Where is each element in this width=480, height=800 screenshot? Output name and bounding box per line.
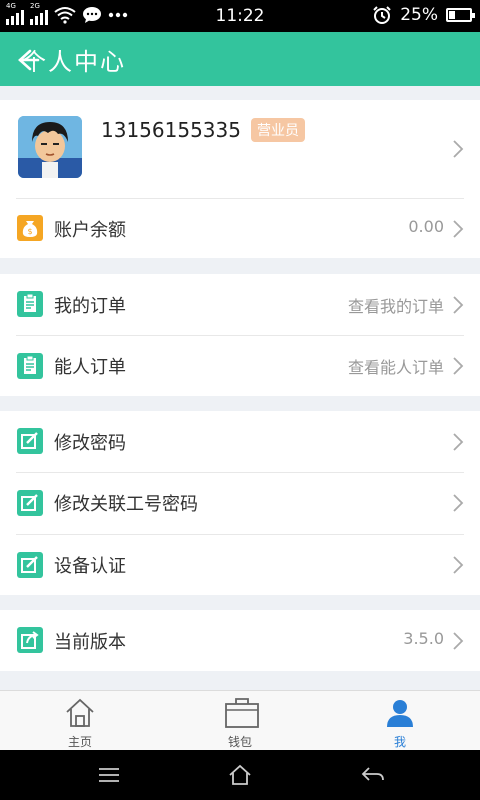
orders-card: 我的订单 查看我的订单 能人订单 查看能人订单 [0, 274, 480, 396]
edit-icon [17, 552, 43, 578]
menu-icon[interactable] [96, 762, 122, 788]
chevron-right-icon [453, 357, 464, 375]
version-value: 3.5.0 [403, 629, 444, 648]
wallet-icon [225, 698, 259, 728]
chevron-right-icon [453, 433, 464, 451]
edit-icon [17, 490, 43, 516]
version-card: 当前版本 3.5.0 [0, 610, 480, 671]
chevron-right-icon [453, 296, 464, 314]
profile-row[interactable]: 13156155335 营业员 [0, 100, 480, 198]
title-bar: 个人中心 [0, 32, 480, 86]
change-password-row[interactable]: 修改密码 [0, 411, 480, 472]
tab-me-label: 我 [393, 735, 406, 749]
edit-icon [17, 428, 43, 454]
device-auth-row[interactable]: 设备认证 [0, 535, 480, 595]
expert-orders-row[interactable]: 能人订单 查看能人订单 [0, 336, 480, 396]
tab-home[interactable]: 主页 [0, 691, 160, 751]
expert-orders-hint: 查看能人订单 [347, 358, 444, 377]
expert-orders-label: 能人订单 [54, 357, 126, 378]
tab-wallet-label: 钱包 [227, 735, 252, 749]
chevron-right-icon [453, 632, 464, 650]
share-icon [17, 627, 43, 653]
tab-me[interactable]: 我 [320, 691, 480, 751]
balance-row[interactable]: $ 账户余额 0.00 [0, 199, 480, 258]
version-label: 当前版本 [54, 632, 126, 653]
back-nav-icon[interactable] [360, 762, 386, 788]
role-badge: 营业员 [251, 118, 305, 142]
my-orders-hint: 查看我的订单 [347, 297, 444, 316]
clipboard-icon [17, 353, 43, 379]
bottom-tab-bar: 主页 钱包 我 [0, 690, 480, 750]
phone-number: 13156155335 [101, 118, 241, 142]
profile-card: 13156155335 营业员 $ 账户余额 0.00 [0, 100, 480, 258]
back-arrow-icon[interactable] [14, 47, 40, 73]
chevron-right-icon [453, 556, 464, 574]
chevron-right-icon [453, 220, 464, 238]
change-linked-password-label: 修改关联工号密码 [54, 494, 198, 515]
battery-percent: 25% [400, 5, 438, 25]
money-bag-icon: $ [17, 215, 43, 241]
battery-icon [446, 8, 475, 22]
clipboard-icon [17, 291, 43, 317]
svg-text:$: $ [27, 227, 32, 236]
home-icon [66, 698, 94, 727]
version-row[interactable]: 当前版本 3.5.0 [0, 610, 480, 671]
change-linked-password-row[interactable]: 修改关联工号密码 [0, 473, 480, 534]
home-nav-icon[interactable] [227, 762, 253, 788]
my-orders-row[interactable]: 我的订单 查看我的订单 [0, 274, 480, 335]
balance-label: 账户余额 [54, 220, 126, 241]
change-password-label: 修改密码 [54, 433, 126, 454]
status-bar: 4G 2G 11:22 25% [0, 0, 480, 32]
my-orders-label: 我的订单 [54, 296, 126, 317]
avatar [18, 116, 82, 178]
chevron-right-icon [453, 494, 464, 512]
tab-wallet[interactable]: 钱包 [160, 691, 320, 751]
alarm-icon [373, 6, 391, 24]
chevron-right-icon [453, 140, 464, 158]
person-icon [387, 700, 413, 727]
device-auth-label: 设备认证 [54, 556, 126, 577]
tab-home-label: 主页 [67, 735, 92, 749]
settings-card: 修改密码 修改关联工号密码 设备认证 [0, 411, 480, 595]
system-nav-bar [0, 750, 480, 800]
balance-value: 0.00 [408, 217, 444, 236]
